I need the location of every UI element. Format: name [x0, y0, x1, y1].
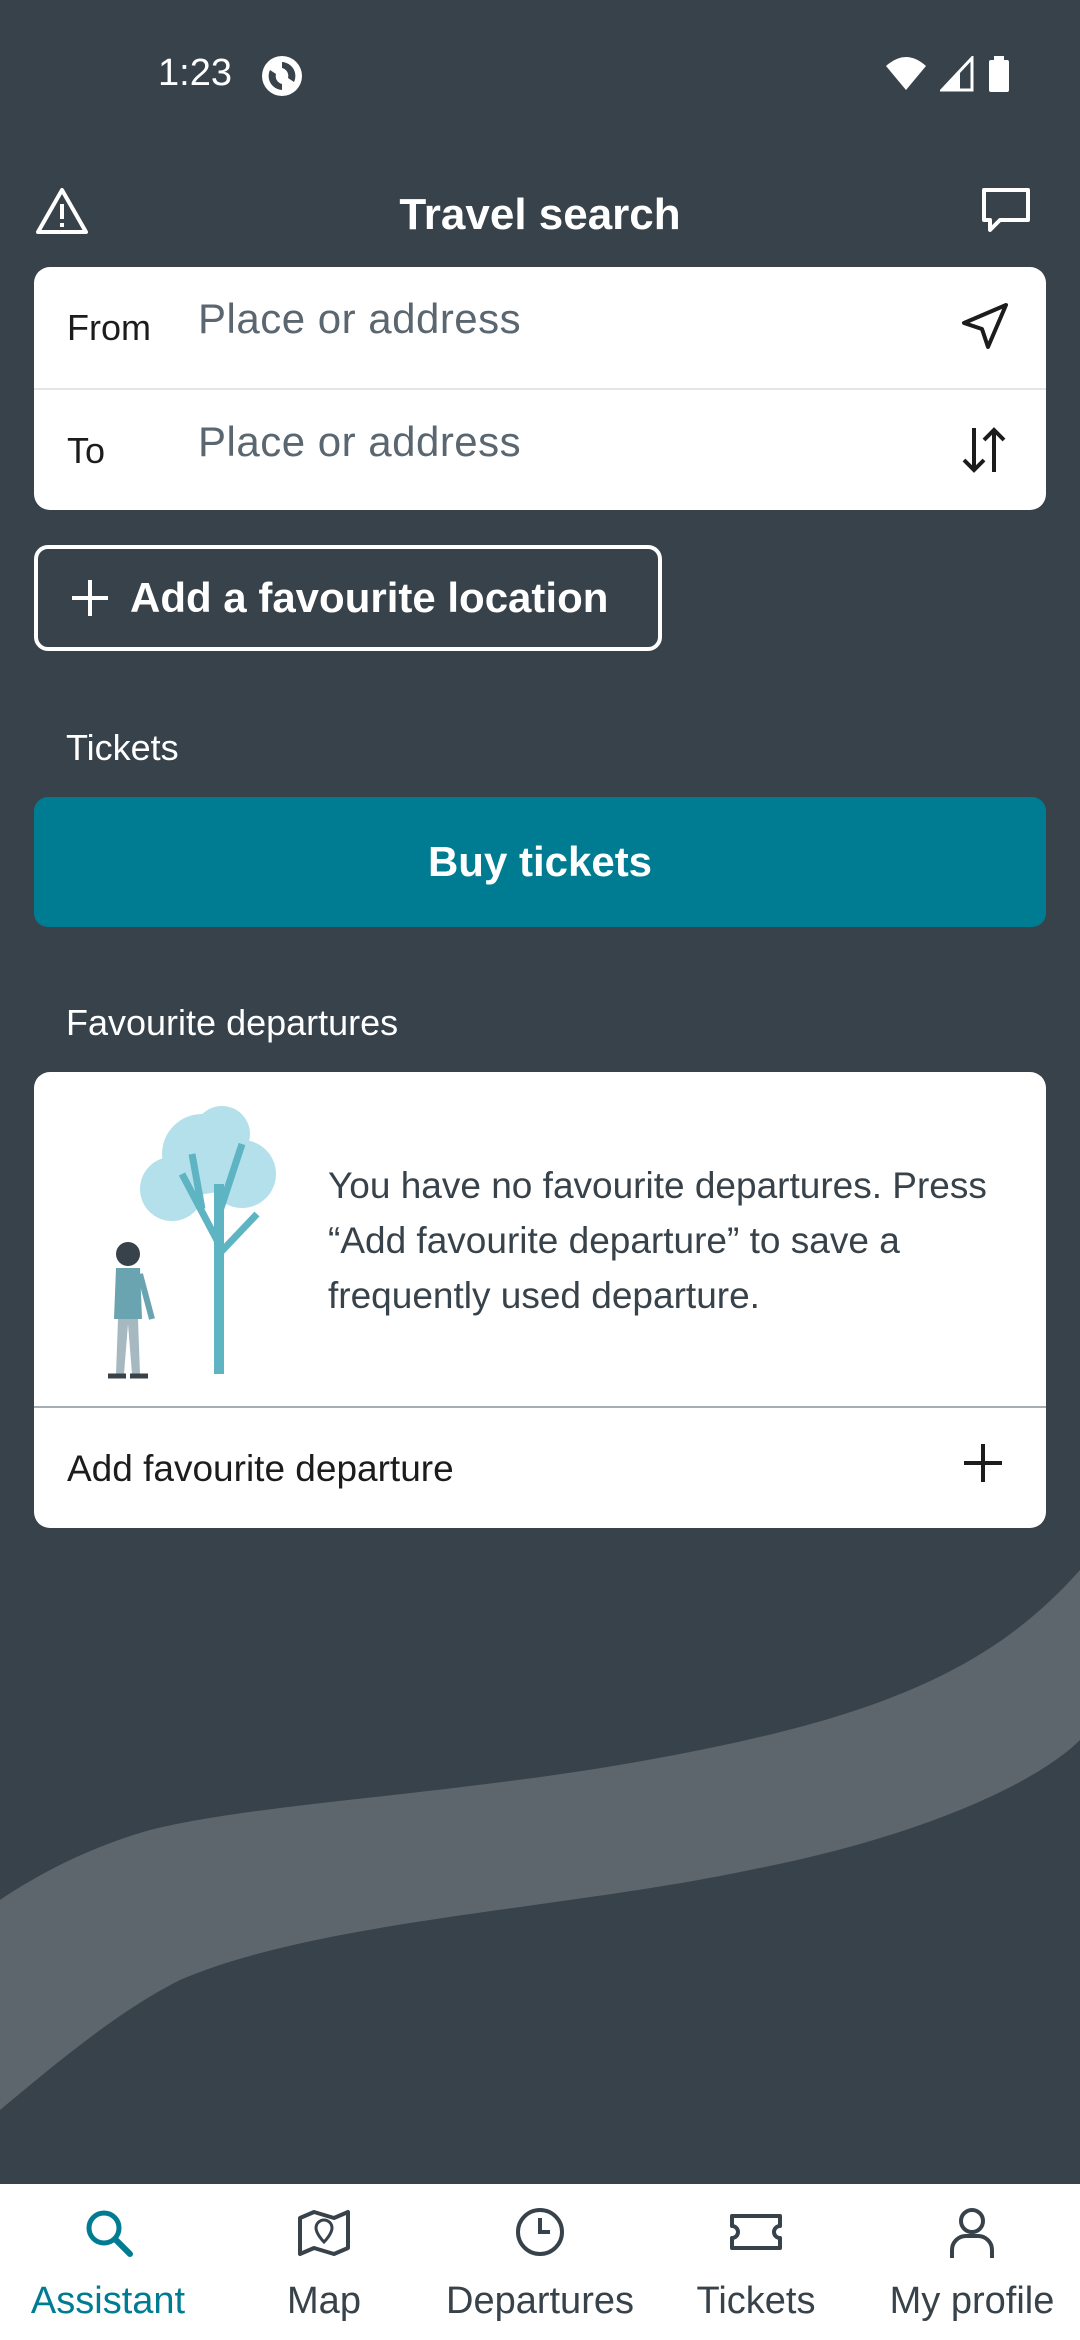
- buy-tickets-button[interactable]: Buy tickets: [34, 797, 1046, 927]
- battery-icon: [989, 56, 1009, 92]
- profile-icon: [950, 2208, 994, 2258]
- from-field[interactable]: From Place or address: [34, 267, 1046, 390]
- add-favourite-location-label: Add a favourite location: [130, 574, 609, 621]
- status-time: 1:23: [158, 52, 232, 94]
- signal-icon: [940, 56, 974, 92]
- no-favourites-message: You have no favourite departures. Press …: [328, 1165, 987, 1316]
- swap-vertical-icon[interactable]: [954, 420, 1014, 480]
- tab-tickets[interactable]: Tickets: [648, 2184, 864, 2340]
- to-field[interactable]: To Place or address: [34, 390, 1046, 510]
- favourite-departures-card: You have no favourite departures. Press …: [34, 1072, 1046, 1528]
- tab-map-label: Map: [287, 2280, 361, 2322]
- clock-icon: [516, 2208, 564, 2256]
- plus-icon: [964, 1444, 1002, 1482]
- to-input[interactable]: Place or address: [198, 418, 521, 466]
- tab-departures-label: Departures: [446, 2280, 634, 2322]
- tab-map[interactable]: Map: [216, 2184, 432, 2340]
- add-favourite-departure-label: Add favourite departure: [67, 1448, 454, 1489]
- tab-my-profile-label: My profile: [889, 2280, 1055, 2322]
- status-bar: 1:23: [0, 0, 1080, 150]
- app-sync-icon: [262, 56, 302, 96]
- from-input[interactable]: Place or address: [198, 295, 521, 343]
- favourite-departures-label: Favourite departures: [66, 1002, 399, 1043]
- add-favourite-location-button[interactable]: Add a favourite location: [34, 545, 662, 651]
- ticket-icon: [730, 2214, 782, 2250]
- from-label: From: [67, 307, 151, 348]
- tab-assistant-label: Assistant: [30, 2280, 186, 2322]
- search-icon: [86, 2210, 133, 2257]
- to-label: To: [67, 430, 106, 471]
- add-favourite-departure-button[interactable]: Add favourite departure: [34, 1408, 1046, 1528]
- plus-icon: [72, 580, 108, 616]
- tab-departures[interactable]: Departures: [432, 2184, 648, 2340]
- background-swoosh: [0, 1570, 1080, 2110]
- app-header: Travel search: [0, 170, 1080, 270]
- page-title: Travel search: [399, 190, 681, 239]
- chat-bubble-icon[interactable]: [976, 180, 1036, 240]
- location-arrow-icon[interactable]: [954, 297, 1014, 357]
- tab-tickets-label: Tickets: [696, 2280, 816, 2322]
- wifi-icon: [886, 57, 926, 90]
- tab-assistant[interactable]: Assistant: [0, 2184, 216, 2340]
- tab-my-profile[interactable]: My profile: [864, 2184, 1080, 2340]
- person-tree-illustration: [108, 1106, 276, 1379]
- tickets-section-label: Tickets: [66, 727, 179, 768]
- map-icon: [298, 2210, 350, 2256]
- travel-search-card: From Place or address To Place or addres…: [34, 267, 1046, 510]
- bottom-tab-bar: Assistant Map Departures Tickets My prof…: [0, 2184, 1080, 2340]
